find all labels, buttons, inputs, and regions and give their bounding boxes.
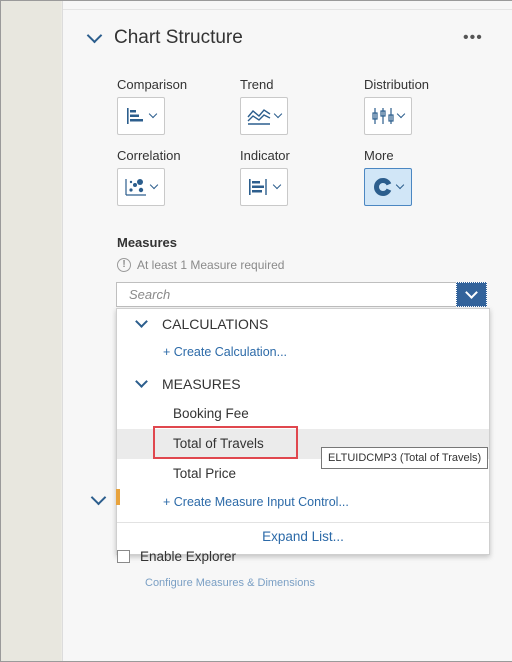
chevron-down-icon — [465, 286, 478, 299]
chevron-down-icon — [135, 315, 148, 328]
left-canvas-strip — [1, 1, 61, 661]
area-chart-icon — [247, 109, 271, 125]
chart-type-label-trend: Trend — [240, 77, 274, 92]
annotation-highlight — [153, 426, 298, 459]
warning-marker — [116, 489, 120, 505]
trend-chart-button[interactable] — [240, 97, 288, 135]
search-dropdown-button[interactable] — [456, 282, 487, 307]
comparison-chart-button[interactable] — [117, 97, 165, 135]
section-title: Chart Structure — [114, 27, 243, 48]
group-label: MEASURES — [162, 376, 241, 392]
chevron-down-icon — [396, 109, 406, 119]
chart-type-label-comparison: Comparison — [117, 77, 188, 92]
chevron-down-icon — [135, 375, 148, 388]
scatter-chart-icon — [125, 179, 146, 196]
indicator-chart-button[interactable] — [240, 168, 288, 206]
measure-requirement: ! At least 1 Measure required — [117, 258, 284, 272]
chart-type-label-correlation: Correlation — [117, 148, 181, 163]
more-options-icon[interactable]: ••• — [463, 29, 483, 47]
tooltip: ELTUIDCMP3 (Total of Travels) — [321, 447, 488, 469]
enable-explorer-row[interactable]: Enable Explorer — [117, 549, 236, 564]
chevron-down-icon — [273, 109, 283, 119]
chevron-down-icon — [86, 27, 103, 43]
chevron-down-icon — [272, 180, 282, 190]
collapsed-section-chevron[interactable] — [90, 489, 107, 508]
create-measure-input-control-link[interactable]: + Create Measure Input Control... — [163, 495, 349, 509]
chevron-down-icon — [149, 180, 159, 190]
configure-measures-link[interactable]: Configure Measures & Dimensions — [145, 577, 315, 589]
chart-type-label-distribution: Distribution — [364, 77, 430, 92]
info-icon: ! — [117, 258, 131, 272]
more-charts-button[interactable] — [364, 168, 412, 206]
create-calculation-link[interactable]: + Create Calculation... — [163, 345, 287, 359]
divider — [117, 522, 489, 523]
correlation-chart-button[interactable] — [117, 168, 165, 206]
expand-list-link[interactable]: Expand List... — [117, 529, 489, 544]
chevron-down-icon — [90, 489, 107, 506]
group-label: CALCULATIONS — [162, 316, 269, 332]
indicator-chart-icon — [249, 179, 267, 195]
distribution-chart-button[interactable] — [364, 97, 412, 135]
donut-chart-icon — [374, 178, 392, 196]
requirement-text: At least 1 Measure required — [137, 258, 285, 272]
box-plot-icon — [372, 108, 394, 124]
measure-search-input[interactable]: Search — [116, 282, 487, 307]
chevron-down-icon — [148, 109, 158, 119]
enable-explorer-checkbox[interactable] — [117, 550, 130, 563]
group-calculations[interactable]: CALCULATIONS — [135, 315, 269, 332]
enable-explorer-label: Enable Explorer — [140, 549, 237, 564]
measures-title: Measures — [117, 235, 177, 250]
chart-type-label-more: More — [364, 148, 394, 163]
panel-top-bar — [63, 1, 512, 10]
group-measures[interactable]: MEASURES — [135, 375, 241, 392]
chevron-down-icon — [395, 180, 405, 190]
list-item[interactable]: Booking Fee — [117, 399, 489, 429]
chart-type-label-indicator: Indicator — [240, 148, 290, 163]
chart-structure-header[interactable]: Chart Structure — [86, 27, 243, 49]
bar-chart-icon — [127, 108, 143, 124]
